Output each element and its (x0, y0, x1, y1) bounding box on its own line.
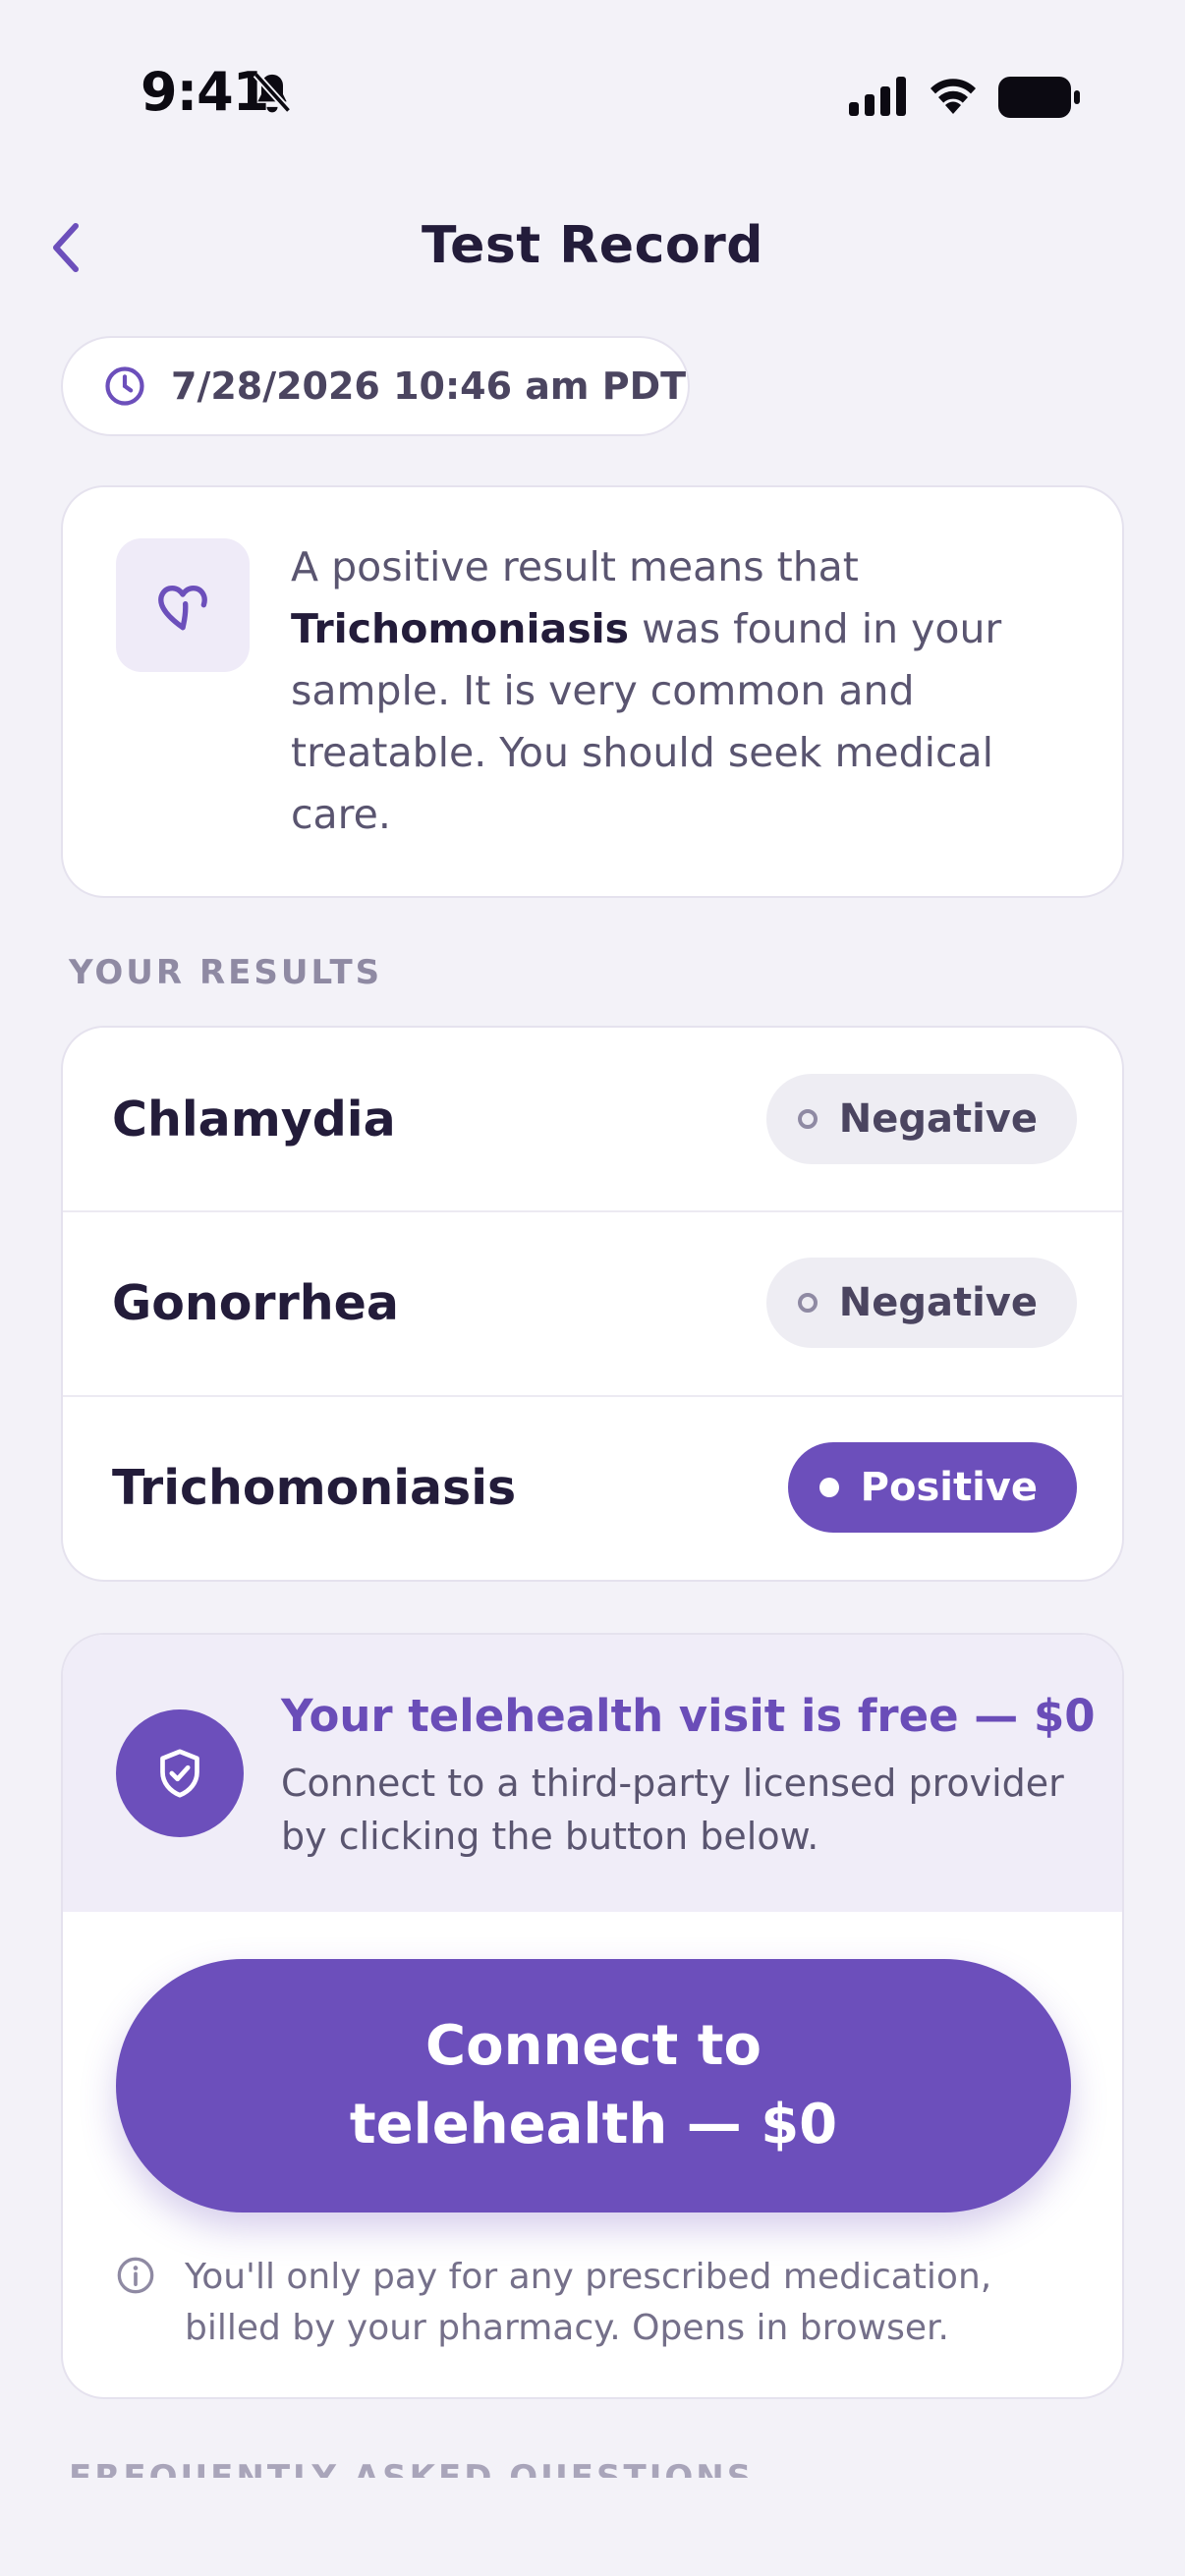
status-badge: Negative (765, 1074, 1077, 1164)
result-explanation-card: A positive result means that Trichomonia… (61, 485, 1124, 898)
info-icon-box (116, 538, 250, 672)
results-card: Chlamydia Negative Gonorrhea Negative Tr… (61, 1026, 1124, 1582)
result-row: Gonorrhea Negative (63, 1210, 1122, 1393)
result-row: Chlamydia Negative (63, 1028, 1122, 1210)
connect-telehealth-button[interactable]: Connect to telehealth — $0 (116, 1959, 1071, 2212)
status-dot (797, 1293, 818, 1313)
payment-note-text: You'll only pay for any prescribed medic… (185, 2257, 992, 2348)
status-dot (818, 1478, 839, 1497)
page-title: Test Record (422, 216, 763, 275)
test-record-screen: 9:41 Test Record 7/28/2026 10:46 am PDT … (0, 0, 1185, 2576)
section-label-faq: FREQUENTLY ASKED QUESTIONS (69, 2458, 755, 2478)
wifi-icon (931, 79, 976, 114)
shield-badge (116, 1709, 244, 1837)
section-label-results: YOUR RESULTS (69, 953, 383, 992)
status-badge: Positive (787, 1442, 1077, 1533)
status-time: 9:41 (141, 61, 269, 123)
status-dot (797, 1109, 818, 1129)
telehealth-header: Your telehealth visit is free — $0 Conne… (63, 1635, 1122, 1912)
status-bar: 9:41 (0, 0, 1185, 196)
clock-icon (105, 366, 144, 406)
result-name: Gonorrhea (112, 1274, 399, 1331)
result-row: Trichomoniasis Positive (63, 1395, 1122, 1578)
highlighted-condition: Trichomoniasis (291, 605, 630, 652)
result-name: Chlamydia (112, 1091, 396, 1148)
payment-note: You'll only pay for any prescribed medic… (116, 2252, 1089, 2354)
shield-check-icon (160, 1749, 199, 1798)
telehealth-card: Your telehealth visit is free — $0 Conne… (61, 1633, 1124, 2399)
result-name: Trichomoniasis (112, 1459, 517, 1516)
telehealth-title: Your telehealth visit is free — $0 (281, 1690, 1096, 1742)
info-icon (117, 2257, 154, 2294)
test-date: 7/28/2026 10:46 am PDT (171, 364, 687, 408)
battery-icon (998, 77, 1080, 118)
result-explanation-text: A positive result means that Trichomonia… (291, 543, 1002, 838)
status-badge: Negative (765, 1258, 1077, 1348)
connect-telehealth-label: Connect to telehealth — $0 (349, 2014, 838, 2156)
date-pill: 7/28/2026 10:46 am PDT (61, 336, 690, 436)
telehealth-subtitle: Connect to a third-party licensed provid… (281, 1762, 1064, 1858)
bell-off-icon (253, 72, 292, 113)
signal-icon (849, 77, 906, 116)
heart-icon (158, 586, 207, 631)
